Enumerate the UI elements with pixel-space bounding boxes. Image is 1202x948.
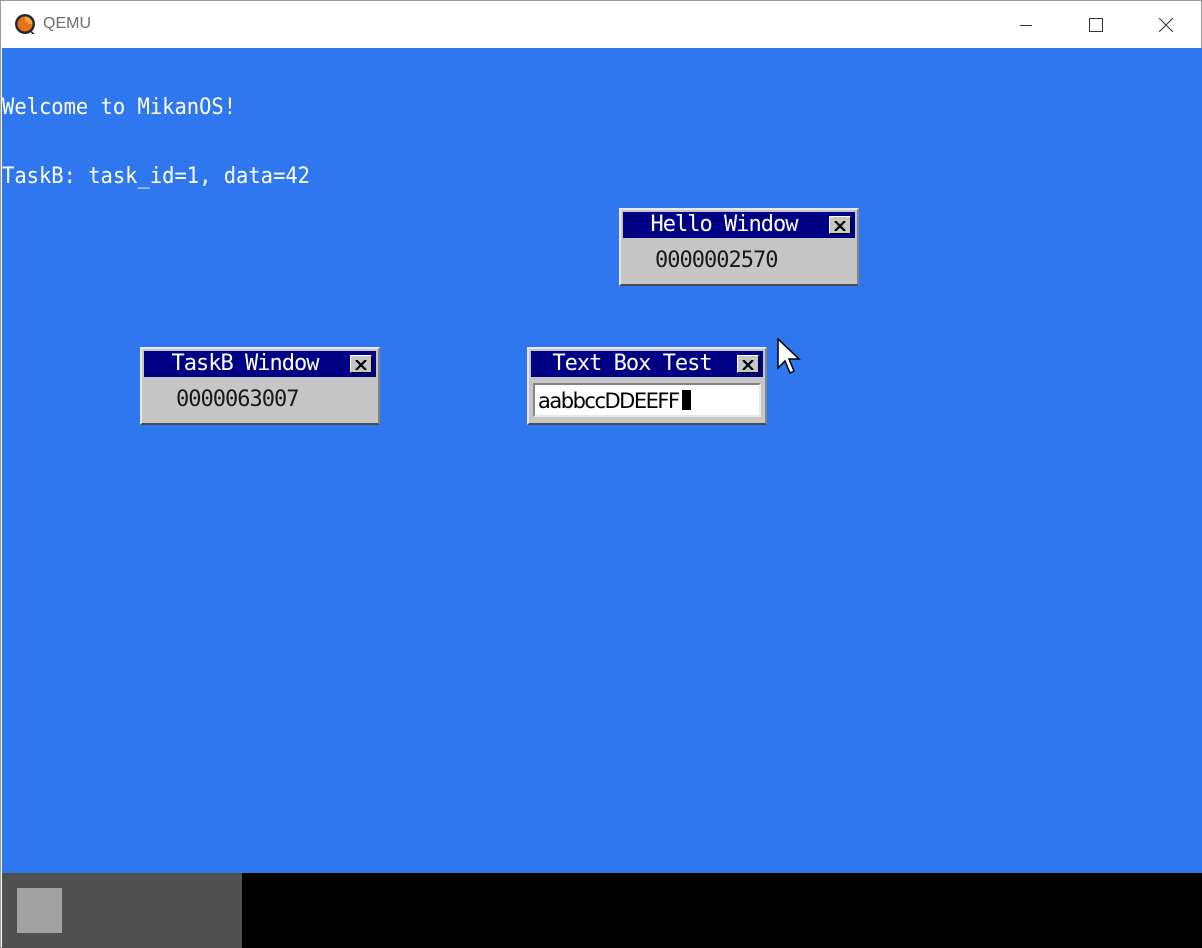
textbox-window[interactable]: Text Box Test aabbccDDEEFF <box>527 347 767 425</box>
taskb-window[interactable]: TaskB Window 0000063007 <box>140 347 380 425</box>
maximize-icon <box>1089 17 1103 32</box>
qemu-window: QEMU Welcome to MikanOS! TaskB: task_id=… <box>0 0 1202 948</box>
taskb-window-counter: 0000063007 <box>176 387 299 412</box>
close-icon <box>355 355 367 374</box>
close-icon <box>834 216 846 235</box>
taskb-window-title: TaskB Window <box>171 351 320 376</box>
taskbar-start-area <box>2 873 242 948</box>
mouse-pointer-icon <box>777 337 801 376</box>
guest-desktop[interactable]: Welcome to MikanOS! TaskB: task_id=1, da… <box>2 48 1202 948</box>
qemu-logo-icon <box>14 13 36 35</box>
hello-window-title-bar[interactable]: Hello Window <box>623 212 855 238</box>
close-icon <box>742 355 754 374</box>
textbox-window-title: Text Box Test <box>552 351 712 376</box>
console-output: Welcome to MikanOS! TaskB: task_id=1, da… <box>2 50 310 234</box>
hello-window-title: Hello Window <box>650 212 799 237</box>
host-title-bar[interactable]: QEMU <box>1 1 1201 48</box>
hello-window-counter: 0000002570 <box>655 248 778 273</box>
hello-window-close-button[interactable] <box>829 216 851 234</box>
hello-window[interactable]: Hello Window 0000002570 <box>619 208 859 286</box>
close-button[interactable] <box>1131 1 1201 48</box>
taskb-window-close-button[interactable] <box>350 355 372 373</box>
minimize-button[interactable] <box>991 1 1061 48</box>
textbox-window-title-bar[interactable]: Text Box Test <box>531 351 763 377</box>
textbox-window-close-button[interactable] <box>737 355 759 373</box>
taskb-window-title-bar[interactable]: TaskB Window <box>144 351 376 377</box>
text-cursor <box>681 390 691 410</box>
window-title: QEMU <box>43 15 91 32</box>
maximize-button[interactable] <box>1061 1 1131 48</box>
text-input[interactable]: aabbccDDEEFF <box>533 383 761 417</box>
close-icon <box>1159 17 1173 32</box>
console-line: TaskB: task_id=1, data=42 <box>2 164 310 189</box>
text-input-value: aabbccDDEEFF <box>538 387 691 415</box>
minimize-icon <box>1020 19 1032 31</box>
taskbar <box>2 873 1202 948</box>
start-button[interactable] <box>17 888 62 933</box>
text-input-content: aabbccDDEEFF <box>538 389 680 413</box>
console-line: Welcome to MikanOS! <box>2 95 237 120</box>
